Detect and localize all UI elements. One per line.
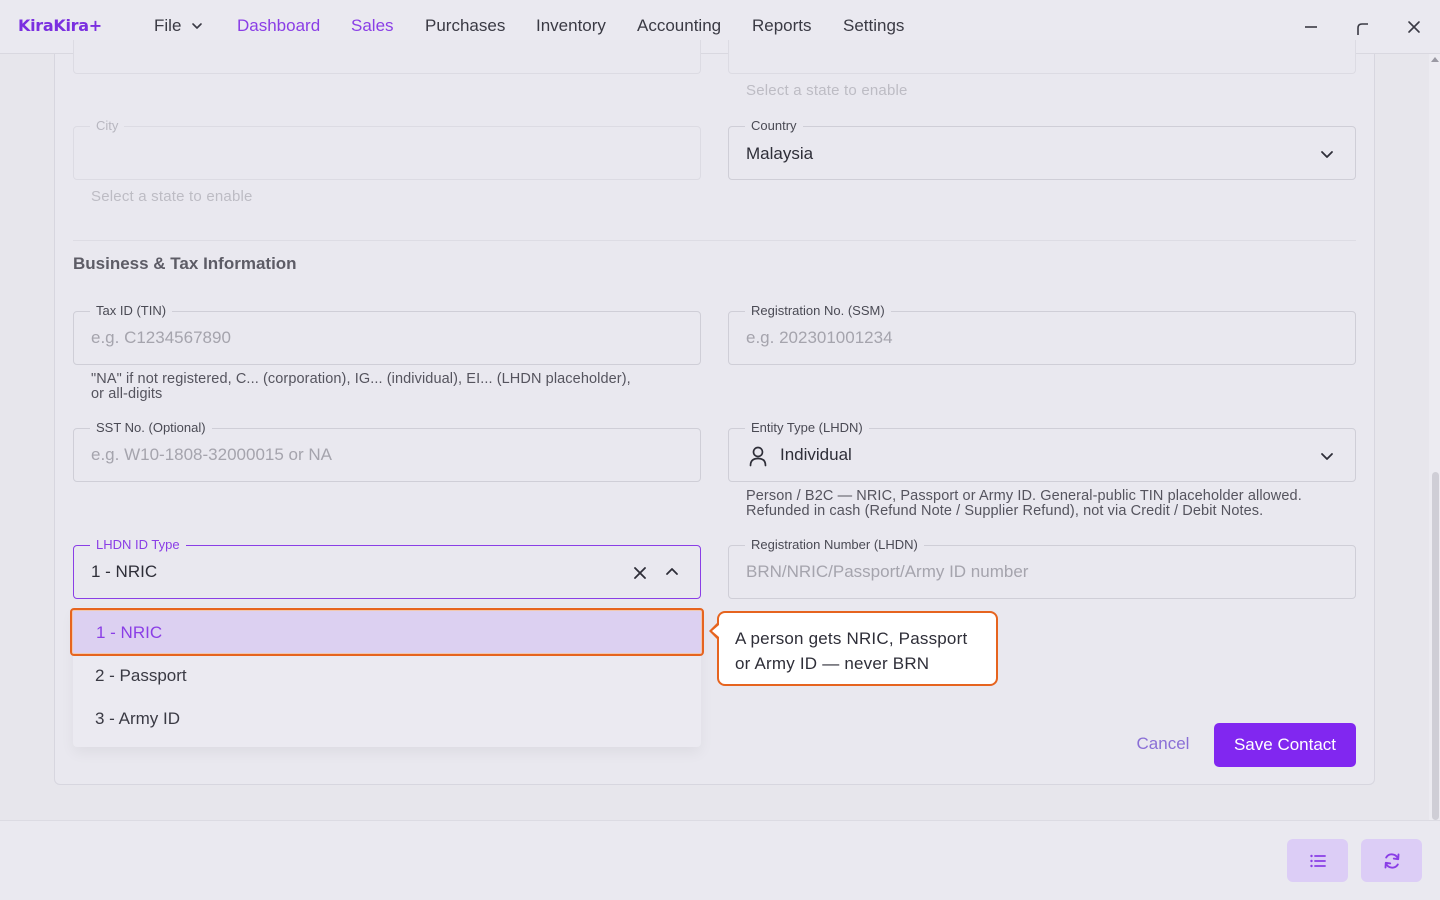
lhdn-registration-placeholder: BRN/NRIC/Passport/Army ID number — [746, 562, 1029, 581]
tax-id-label: Tax ID (TIN) — [90, 303, 173, 319]
hint-tooltip: A person gets NRIC, Passport or Army ID … — [717, 611, 998, 686]
entity-helper-line2: Refunded in cash (Refund Note / Supplier… — [746, 503, 1264, 519]
list-view-button[interactable] — [1287, 839, 1348, 882]
lhdn-registration-label: Registration Number (LHDN) — [745, 537, 924, 553]
country-label: Country — [745, 118, 803, 134]
refresh-button[interactable] — [1361, 839, 1422, 882]
city-helper-text: Select a state to enable — [91, 188, 253, 205]
tax-id-helper-line1: "NA" if not registered, C... (corporatio… — [91, 371, 631, 387]
restore-icon[interactable] — [1355, 20, 1373, 38]
entity-type-label: Entity Type (LHDN) — [745, 420, 869, 436]
cancel-button[interactable]: Cancel — [1124, 722, 1202, 766]
section-title: Business & Tax Information — [73, 254, 297, 273]
chevron-down-icon — [1319, 146, 1335, 162]
dropdown-option-passport[interactable]: 2 - Passport — [95, 666, 187, 686]
dropdown-option-nric-label: 1 - NRIC — [96, 623, 163, 642]
app-logo: KiraKira+ — [18, 16, 102, 35]
dropdown-option-nric[interactable]: 1 - NRIC — [70, 608, 704, 656]
lhdn-id-type-value: 1 - NRIC — [91, 562, 158, 581]
tax-id-placeholder: e.g. C1234567890 — [91, 328, 231, 347]
country-value: Malaysia — [746, 144, 814, 163]
ssm-registration-input[interactable]: Registration No. (SSM) e.g. 202301001234 — [728, 303, 1356, 365]
tax-id-input[interactable]: Tax ID (TIN) e.g. C1234567890 — [73, 303, 701, 365]
city-label: City — [90, 118, 125, 134]
entity-type-value: Individual — [780, 445, 852, 464]
chevron-down-icon — [192, 23, 203, 29]
ssm-label: Registration No. (SSM) — [745, 303, 891, 319]
lhdn-id-type-label: LHDN ID Type — [90, 537, 186, 553]
scrollbar-thumb[interactable] — [1432, 472, 1439, 820]
minimize-icon[interactable] — [1302, 18, 1320, 36]
save-contact-button[interactable]: Save Contact — [1214, 723, 1356, 767]
tax-id-helper-line2: or all-digits — [91, 386, 163, 402]
address-field-partial[interactable] — [73, 40, 701, 74]
sst-placeholder: e.g. W10-1808-32000015 or NA — [91, 445, 332, 464]
city-field[interactable]: City — [73, 118, 701, 180]
entity-type-select[interactable]: Entity Type (LHDN) Individual — [728, 420, 1356, 482]
lhdn-registration-number-input[interactable]: Registration Number (LHDN) BRN/NRIC/Pass… — [728, 537, 1356, 599]
file-menu-label: File — [154, 16, 182, 35]
scroll-up-icon[interactable] — [1431, 57, 1439, 62]
close-icon[interactable] — [1405, 18, 1423, 36]
clear-icon[interactable] — [632, 565, 648, 581]
ssm-placeholder: e.g. 202301001234 — [746, 328, 893, 347]
file-menu[interactable]: File — [154, 16, 203, 36]
section-divider — [73, 240, 1356, 241]
chevron-up-icon[interactable] — [664, 564, 680, 580]
person-icon — [748, 445, 768, 467]
list-icon — [1309, 854, 1326, 867]
tooltip-arrow-inner — [712, 625, 719, 637]
tooltip-line-1: A person gets NRIC, Passport — [735, 629, 968, 648]
footer-bar — [0, 820, 1440, 900]
entity-helper-line1: Person / B2C — NRIC, Passport or Army ID… — [746, 488, 1302, 504]
state-helper-text: Select a state to enable — [746, 82, 908, 99]
sst-number-input[interactable]: SST No. (Optional) e.g. W10-1808-3200001… — [73, 420, 701, 482]
state-field-partial[interactable] — [728, 40, 1356, 74]
sst-label: SST No. (Optional) — [90, 420, 212, 436]
refresh-icon — [1384, 852, 1399, 869]
tooltip-line-2: or Army ID — never BRN — [735, 654, 930, 673]
lhdn-id-type-select[interactable]: LHDN ID Type 1 - NRIC — [73, 537, 701, 599]
country-select[interactable]: Country Malaysia — [728, 118, 1356, 180]
chevron-down-icon — [1319, 448, 1335, 464]
dropdown-option-army-id[interactable]: 3 - Army ID — [95, 709, 180, 729]
